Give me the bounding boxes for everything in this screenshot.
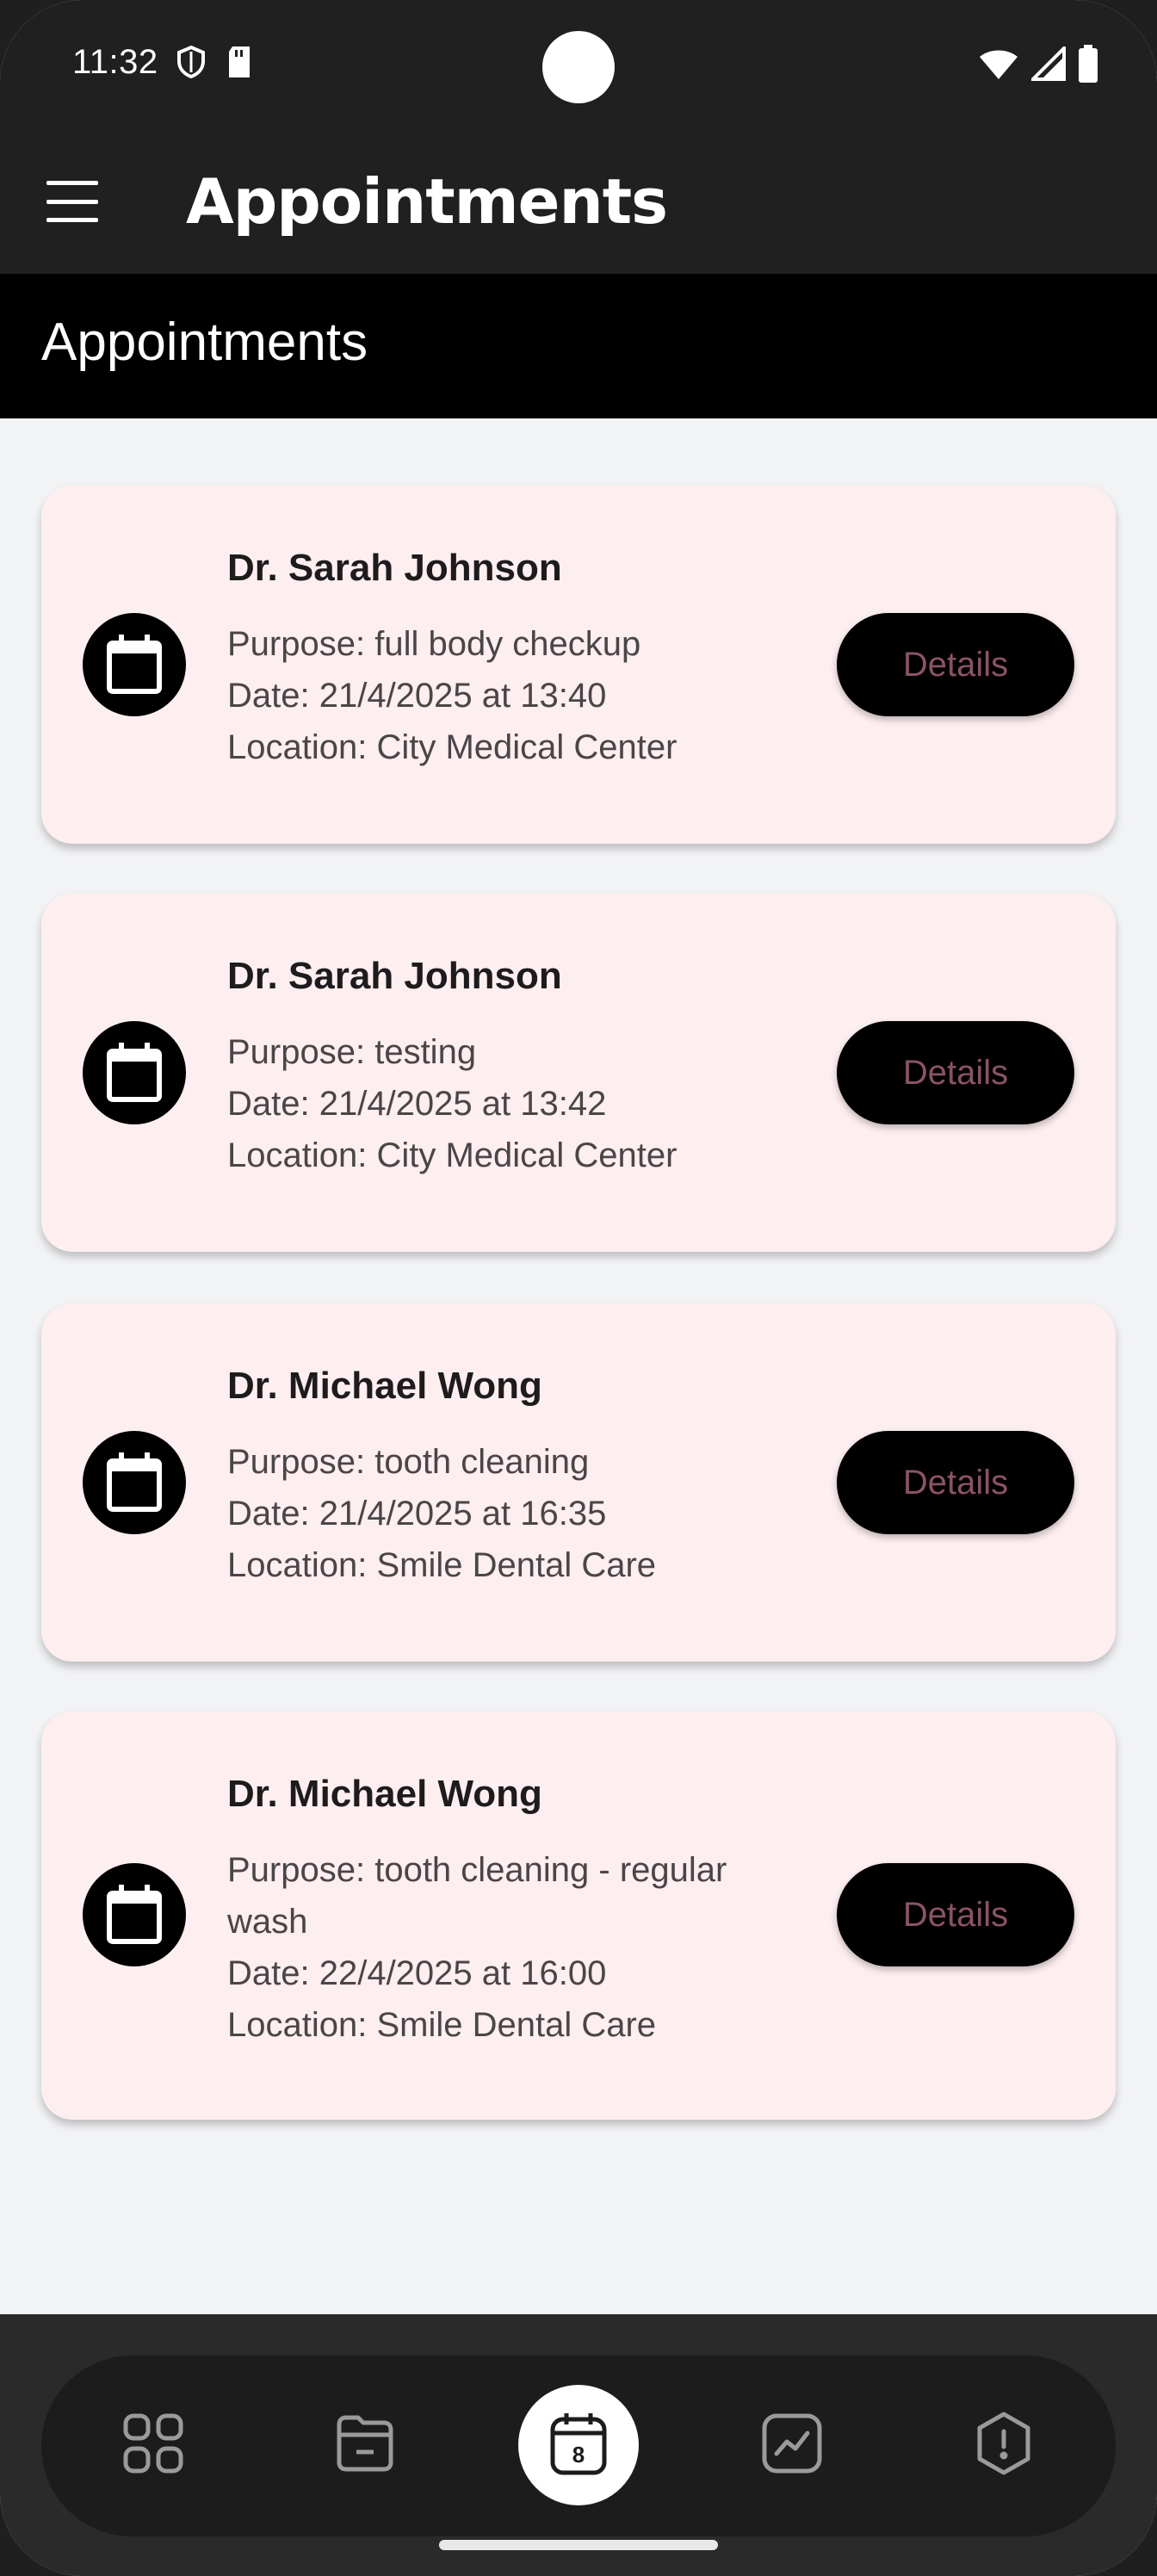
appointment-info: Dr. Michael Wong Purpose: tooth cleaning…	[227, 1770, 813, 2051]
calendar-icon	[83, 1021, 186, 1124]
appointment-purpose: Purpose: tooth cleaning	[227, 1443, 590, 1481]
appointment-location: Location: Smile Dental Care	[227, 2006, 657, 2044]
calendar-icon	[83, 1863, 186, 1966]
status-right-icons	[978, 44, 1098, 87]
appointment-purpose: Purpose: full body checkup	[227, 625, 641, 663]
appointment-card: Dr. Michael Wong Purpose: tooth cleaning…	[41, 1712, 1116, 2120]
menu-button[interactable]	[46, 181, 98, 222]
appointment-date: Date: 21/4/2025 at 16:35	[227, 1495, 607, 1533]
phone-screen: 11:32 Appointments Appointments Dr. Sara…	[0, 0, 1157, 2576]
nav-records[interactable]	[322, 2402, 408, 2488]
appointment-card: Dr. Michael Wong Purpose: tooth cleaning…	[41, 1303, 1116, 1662]
folder-icon	[334, 2412, 396, 2479]
nav-appointments[interactable]: 8	[518, 2385, 639, 2505]
details-button[interactable]: Details	[837, 613, 1074, 716]
appointment-info: Dr. Michael Wong Purpose: tooth cleaning…	[227, 1362, 830, 1591]
calendar-icon	[83, 613, 186, 716]
section-title: Appointments	[41, 313, 368, 372]
nav-stats[interactable]	[749, 2402, 835, 2488]
sd-card-icon	[226, 45, 253, 84]
battery-icon	[1078, 45, 1098, 87]
details-button[interactable]: Details	[837, 1021, 1074, 1124]
doctor-name: Dr. Sarah Johnson	[227, 955, 562, 997]
calendar-icon	[83, 1431, 186, 1534]
alert-icon	[973, 2411, 1035, 2480]
appointment-location: Location: City Medical Center	[227, 1136, 677, 1174]
doctor-name: Dr. Sarah Johnson	[227, 547, 562, 589]
home-indicator[interactable]	[439, 2540, 718, 2550]
signal-icon	[1029, 44, 1066, 85]
camera-cutout	[542, 31, 615, 103]
hamburger-line	[46, 181, 98, 185]
page-title: Appointments	[186, 165, 668, 238]
appointment-purpose: Purpose: tooth cleaning - regular wash	[227, 1851, 727, 1941]
appointment-location: Location: Smile Dental Care	[227, 1546, 657, 1584]
doctor-name: Dr. Michael Wong	[227, 1773, 542, 1815]
shield-icon	[176, 45, 207, 84]
appointment-purpose: Purpose: testing	[227, 1033, 477, 1071]
appointment-info: Dr. Sarah Johnson Purpose: full body che…	[227, 544, 830, 773]
nav-alerts[interactable]	[961, 2402, 1047, 2488]
appointment-date: Date: 21/4/2025 at 13:42	[227, 1085, 607, 1123]
appointment-date: Date: 21/4/2025 at 13:40	[227, 677, 607, 715]
status-time: 11:32	[72, 43, 158, 81]
appointment-card: Dr. Sarah Johnson Purpose: full body che…	[41, 486, 1116, 844]
status-left-icons	[176, 45, 253, 84]
appointment-location: Location: City Medical Center	[227, 728, 677, 766]
appointment-info: Dr. Sarah Johnson Purpose: testing Date:…	[227, 952, 830, 1181]
svg-text:8: 8	[572, 2442, 585, 2468]
calendar-icon: 8	[548, 2411, 609, 2480]
details-button[interactable]: Details	[837, 1863, 1074, 1966]
doctor-name: Dr. Michael Wong	[227, 1365, 542, 1407]
chart-icon	[761, 2412, 823, 2479]
hamburger-line	[46, 218, 98, 222]
wifi-icon	[978, 46, 1019, 85]
appointment-date: Date: 22/4/2025 at 16:00	[227, 1954, 607, 1992]
appointment-card: Dr. Sarah Johnson Purpose: testing Date:…	[41, 894, 1116, 1252]
hamburger-line	[46, 199, 98, 204]
details-button[interactable]: Details	[837, 1431, 1074, 1534]
grid-icon	[122, 2412, 184, 2479]
nav-dashboard[interactable]	[110, 2402, 196, 2488]
